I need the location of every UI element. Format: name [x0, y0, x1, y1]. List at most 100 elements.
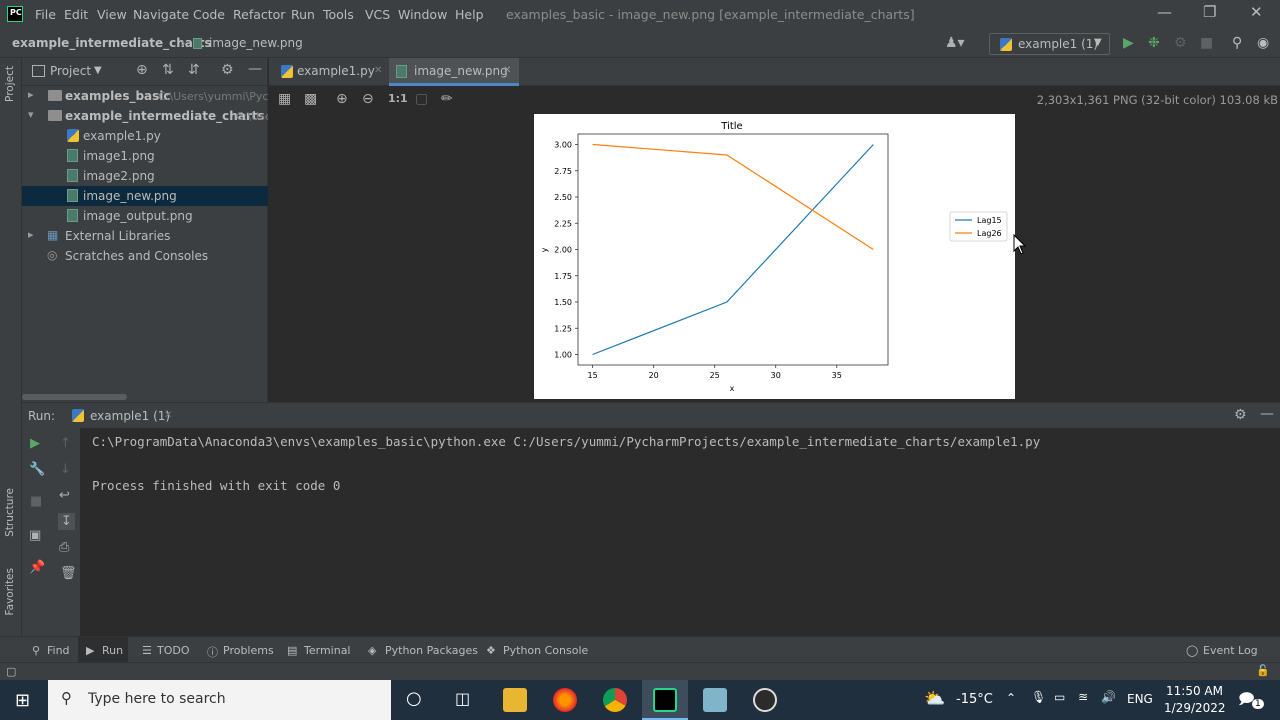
print-icon[interactable]: ⎙ [59, 540, 69, 555]
tree-item-scratches[interactable]: ◎ Scratches and Consoles [22, 246, 268, 266]
expand-all-icon[interactable]: ⇅ [162, 62, 174, 78]
notepad-icon[interactable] [703, 688, 727, 712]
tool-problems[interactable]: Problems [223, 644, 274, 657]
weather-icon[interactable]: ⛅ [924, 689, 945, 709]
menu-help[interactable]: Help [455, 7, 484, 22]
horizontal-scrollbar[interactable] [22, 394, 127, 400]
run-icon[interactable]: ▶ [1123, 35, 1134, 51]
menu-window[interactable]: Window [398, 7, 447, 22]
tree-item-external-libraries[interactable]: ▸ ▦ External Libraries [22, 226, 268, 246]
fit-to-screen-icon[interactable]: ▦ [278, 91, 291, 107]
layout-icon[interactable]: ▣ [29, 528, 41, 543]
menu-refactor[interactable]: Refactor [233, 7, 285, 22]
clock-time[interactable]: 11:50 AM [1166, 684, 1223, 698]
color-picker-icon[interactable]: ✏ [441, 91, 453, 107]
debug-icon[interactable]: ❉ [1148, 35, 1160, 51]
pin-icon[interactable]: 📌 [29, 560, 45, 575]
console-output[interactable]: C:\ProgramData\Anaconda3\envs\examples_b… [80, 428, 1280, 636]
run-config-select[interactable]: example1 (1) ▼ [989, 33, 1110, 55]
lock-icon[interactable]: 🔓 [1256, 664, 1270, 677]
tree-item-examples-basic[interactable]: ▸ examples_basic C:\Users\yummi\Pych [22, 86, 268, 106]
project-panel-title[interactable]: Project [50, 64, 91, 78]
task-view-icon[interactable]: ◫ [455, 689, 470, 708]
tree-item-image-new-png[interactable]: image_new.png [22, 186, 268, 206]
cortana-icon[interactable]: ○ [406, 688, 422, 709]
tree-item-image1-png[interactable]: image1.png [22, 146, 268, 166]
run-tab-label[interactable]: example1 (1) [90, 409, 170, 423]
tool-event-log[interactable]: Event Log [1203, 644, 1258, 657]
close-tab-icon[interactable]: ✕ [164, 410, 172, 421]
gear-icon[interactable]: ⚙ [1234, 407, 1247, 423]
tool-run[interactable]: Run [102, 644, 123, 657]
chevron-right-icon[interactable]: ▸ [28, 88, 34, 101]
trash-icon[interactable]: 🗑 [60, 566, 77, 581]
collapse-all-icon[interactable]: ⇵ [188, 62, 200, 78]
wifi-icon[interactable]: ≊ [1078, 690, 1088, 704]
minimize-icon[interactable]: — [1157, 3, 1172, 21]
user-icon[interactable]: ♟▾ [945, 35, 965, 51]
clock-date[interactable]: 1/29/2022 [1164, 701, 1226, 715]
zoom-in-icon[interactable]: ⊕ [336, 91, 348, 107]
hide-icon[interactable]: — [1260, 406, 1274, 422]
restore-icon[interactable]: ❐ [1203, 3, 1216, 21]
arrow-up-icon[interactable]: ↑ [60, 436, 71, 451]
arrow-down-icon[interactable]: ↓ [60, 462, 71, 477]
stop-icon[interactable]: ■ [30, 494, 42, 509]
favorites-tool-tab[interactable]: Favorites [4, 568, 16, 615]
chevron-down-icon[interactable]: ▼ [94, 65, 102, 76]
menu-vcs[interactable]: VCS [365, 7, 390, 22]
menu-run[interactable]: Run [291, 7, 315, 22]
language-indicator[interactable]: ENG [1127, 692, 1153, 706]
structure-tool-tab[interactable]: Structure [4, 488, 16, 537]
project-tool-tab[interactable]: Project [4, 66, 16, 102]
tool-terminal[interactable]: Terminal [304, 644, 351, 657]
chrome-icon[interactable] [603, 688, 627, 712]
chevron-down-icon[interactable]: ▾ [28, 108, 34, 121]
gear-icon[interactable]: ⚙ [221, 62, 234, 78]
tab-image-new-png[interactable]: image_new.png ✕ [389, 58, 519, 86]
close-tab-icon[interactable]: ✕ [503, 65, 511, 76]
battery-icon[interactable]: ▭ [1054, 690, 1065, 704]
file-explorer-icon[interactable] [503, 688, 527, 712]
weather-temp[interactable]: -15°C [956, 692, 993, 707]
ide-logo-icon[interactable]: ◉ [1257, 35, 1269, 51]
close-icon[interactable]: ✕ [1250, 3, 1263, 21]
tree-item-image2-png[interactable]: image2.png [22, 166, 268, 186]
chevron-right-icon[interactable]: ▸ [28, 228, 34, 241]
actual-size-button[interactable]: 1:1 [388, 92, 408, 105]
menu-navigate[interactable]: Navigate [133, 7, 189, 22]
tool-python-packages[interactable]: Python Packages [385, 644, 478, 657]
windows-start-icon[interactable]: ⊞ [15, 690, 30, 711]
tree-item-image-output-png[interactable]: image_output.png [22, 206, 268, 226]
firefox-icon[interactable] [553, 688, 577, 712]
zoom-out-icon[interactable]: ⊖ [362, 91, 374, 107]
grid-icon[interactable]: ▩ [304, 91, 317, 107]
tab-example1-py[interactable]: example1.py ✕ [275, 58, 387, 86]
close-tab-icon[interactable]: ✕ [374, 65, 382, 76]
menu-view[interactable]: View [97, 7, 127, 22]
layout-toggle-icon[interactable]: ▢ [6, 665, 16, 678]
tool-python-console[interactable]: Python Console [503, 644, 588, 657]
search-icon[interactable]: ⚲ [1232, 35, 1242, 51]
locate-icon[interactable]: ⊕ [136, 62, 148, 78]
rerun-icon[interactable]: ▶ [30, 436, 40, 451]
breadcrumb-file[interactable]: image_new.png [209, 36, 303, 50]
soft-wrap-icon[interactable]: ↩ [59, 488, 70, 503]
obs-icon[interactable] [753, 688, 777, 712]
background-icon[interactable]: ▢ [415, 91, 428, 107]
hide-icon[interactable]: — [248, 61, 262, 77]
pycharm-taskbar-icon[interactable] [653, 688, 677, 712]
microphone-icon[interactable]: 🎙 [1031, 690, 1046, 704]
tree-item-example1-py[interactable]: example1.py [22, 126, 268, 146]
menu-edit[interactable]: Edit [64, 7, 88, 22]
menu-tools[interactable]: Tools [323, 7, 354, 22]
wrench-icon[interactable]: 🔧 [29, 462, 45, 477]
chevron-up-icon[interactable]: ⌃ [1006, 691, 1016, 705]
tool-find[interactable]: Find [47, 644, 70, 657]
taskbar-search[interactable]: ⚲ Type here to search [48, 680, 391, 720]
volume-icon[interactable]: 🔊 [1101, 690, 1116, 704]
tool-todo[interactable]: TODO [157, 644, 190, 657]
menu-code[interactable]: Code [193, 7, 225, 22]
tree-item-example-intermediate-charts[interactable]: ▾ example_intermediate_charts C:\Use [22, 106, 268, 126]
menu-file[interactable]: File [35, 7, 56, 22]
